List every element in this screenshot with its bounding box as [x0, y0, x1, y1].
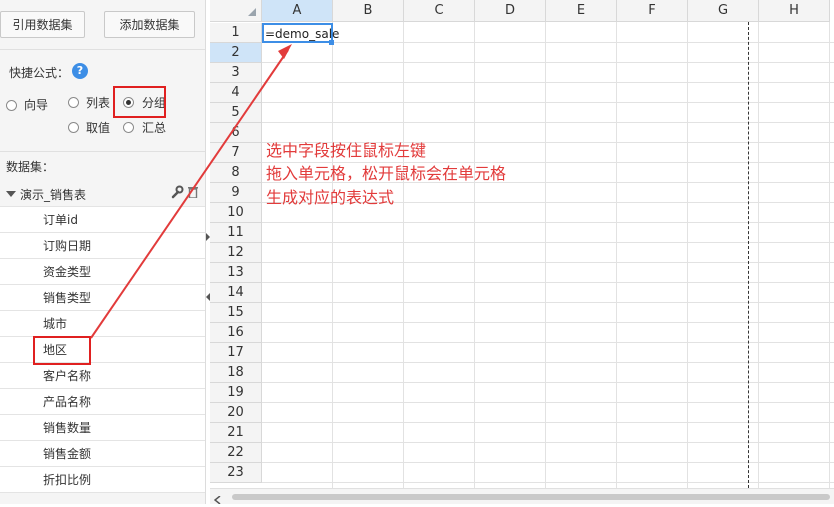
drag-arrow [90, 44, 292, 339]
scroll-thumb[interactable] [232, 494, 830, 500]
horizontal-scrollbar[interactable] [210, 488, 834, 507]
scroll-left-icon[interactable] [213, 493, 222, 507]
